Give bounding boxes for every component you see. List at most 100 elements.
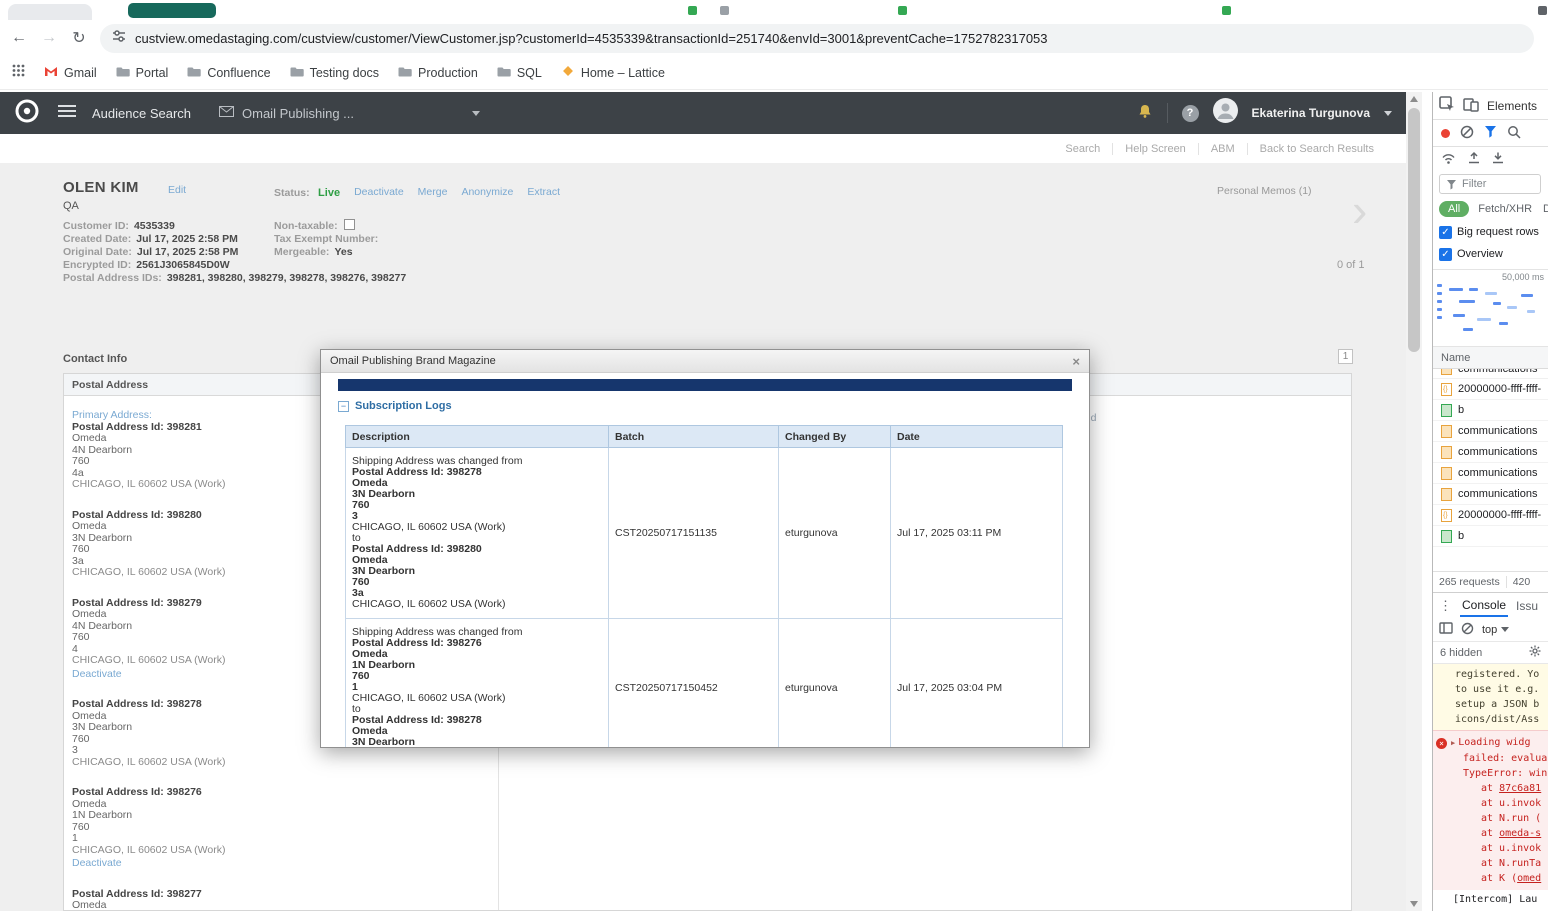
section-title[interactable]: Subscription Logs — [355, 400, 452, 412]
request-row[interactable]: communications — [1433, 484, 1548, 505]
personal-memos-link[interactable]: Personal Memos (1) — [1217, 185, 1312, 197]
bookmark-sql[interactable]: SQL — [497, 66, 542, 80]
url-text[interactable]: custview.omedastaging.com/custview/custo… — [135, 31, 1048, 46]
request-row[interactable]: 20000000-ffff-ffff- — [1433, 379, 1548, 400]
error-link[interactable]: omed — [1517, 873, 1541, 884]
subnav-help-screen[interactable]: Help Screen — [1113, 143, 1199, 155]
request-row-partial[interactable]: communications — [1433, 369, 1548, 379]
console-error-message[interactable]: Loading widg failed: evalua TypeError: w… — [1433, 730, 1548, 890]
tab-group-chip[interactable] — [128, 3, 216, 18]
tab-favicon[interactable] — [1538, 6, 1547, 15]
search-icon[interactable] — [1507, 125, 1521, 142]
export-har-icon[interactable] — [1492, 151, 1504, 167]
bookmark-lattice[interactable]: Home – Lattice — [561, 64, 665, 81]
brand-selector[interactable]: Omail Publishing ... — [219, 104, 480, 122]
checkbox-checked-icon[interactable] — [1439, 248, 1452, 261]
chevron-down-icon[interactable] — [1384, 111, 1392, 116]
error-link[interactable]: 87c6a81 — [1499, 783, 1541, 794]
clear-icon[interactable] — [1460, 125, 1474, 142]
console-warning-message[interactable]: registered. Yo to use it e.g. setup a JS… — [1433, 664, 1548, 730]
tab-issues[interactable]: Issu — [1516, 599, 1538, 613]
col-description[interactable]: Description — [346, 426, 609, 448]
bookmark-portal[interactable]: Portal — [116, 66, 169, 80]
menu-icon[interactable] — [58, 104, 76, 123]
memo-next-chevron-icon[interactable] — [1352, 187, 1367, 233]
request-row[interactable]: communications — [1433, 442, 1548, 463]
expand-triangle-icon[interactable] — [1451, 739, 1455, 747]
throttling-icon[interactable] — [1441, 152, 1456, 167]
bookmark-testing-docs[interactable]: Testing docs — [290, 66, 379, 80]
deactivate-link[interactable]: Deactivate — [354, 186, 404, 198]
table-row[interactable]: Shipping Address was changed from Postal… — [346, 619, 1063, 749]
avatar[interactable] — [1213, 98, 1238, 128]
tab-favicon[interactable] — [720, 6, 729, 15]
console-sidebar-icon[interactable] — [1439, 622, 1453, 637]
filter-all[interactable]: All — [1439, 201, 1469, 217]
overview-option[interactable]: Overview — [1433, 243, 1548, 265]
name-column-header[interactable]: Name — [1433, 347, 1548, 369]
bookmark-confluence[interactable]: Confluence — [187, 66, 270, 80]
big-request-rows-option[interactable]: Big request rows — [1433, 221, 1548, 243]
more-options-icon[interactable] — [1439, 598, 1452, 614]
col-batch[interactable]: Batch — [609, 426, 779, 448]
inspect-icon[interactable] — [1439, 96, 1455, 115]
bell-icon[interactable] — [1137, 103, 1153, 124]
subnav-back-to-results[interactable]: Back to Search Results — [1248, 143, 1386, 155]
filter-doc[interactable]: D — [1541, 201, 1548, 217]
col-date[interactable]: Date — [891, 426, 1063, 448]
console-log-message[interactable]: [Intercom] Lau — [1433, 890, 1548, 909]
scroll-up-icon[interactable] — [1406, 92, 1422, 106]
app-title[interactable]: Audience Search — [92, 106, 191, 121]
omeda-logo-icon[interactable] — [14, 98, 40, 129]
tab-elements[interactable]: Elements — [1487, 99, 1537, 113]
close-icon[interactable]: × — [1072, 354, 1080, 369]
apps-grid-icon[interactable] — [12, 64, 25, 82]
tab-favicon[interactable] — [1222, 6, 1231, 15]
tab-console[interactable]: Console — [1460, 594, 1508, 617]
address-deactivate-link[interactable]: Deactivate — [72, 858, 487, 870]
request-row[interactable]: 20000000-ffff-ffff- — [1433, 505, 1548, 526]
back-icon[interactable]: ← — [10, 29, 28, 47]
anonymize-link[interactable]: Anonymize — [461, 186, 513, 198]
help-icon[interactable] — [1182, 105, 1199, 122]
page-scrollbar[interactable] — [1406, 92, 1422, 911]
request-row[interactable]: b — [1433, 400, 1548, 421]
user-name[interactable]: Ekaterina Turgunova — [1252, 106, 1370, 120]
network-overview[interactable]: 50,000 ms — [1433, 269, 1548, 347]
non-taxable-checkbox[interactable] — [344, 219, 355, 230]
col-changed-by[interactable]: Changed By — [779, 426, 891, 448]
scroll-down-icon[interactable] — [1406, 897, 1422, 911]
site-settings-icon[interactable] — [112, 29, 126, 48]
tab-favicon[interactable] — [688, 6, 697, 15]
bookmark-gmail[interactable]: Gmail — [44, 65, 97, 80]
device-toolbar-icon[interactable] — [1463, 97, 1479, 115]
browser-tab[interactable] — [8, 4, 92, 20]
context-selector[interactable]: top — [1482, 624, 1509, 636]
address-bar[interactable]: custview.omedastaging.com/custview/custo… — [100, 24, 1534, 53]
subnav-search[interactable]: Search — [1053, 143, 1113, 155]
bookmark-production[interactable]: Production — [398, 66, 478, 80]
console-settings-gear-icon[interactable] — [1529, 645, 1541, 660]
collapse-icon[interactable]: − — [338, 401, 349, 412]
subnav-abm[interactable]: ABM — [1199, 143, 1248, 155]
tab-favicon[interactable] — [898, 6, 907, 15]
table-row[interactable]: Shipping Address was changed from Postal… — [346, 448, 1063, 619]
filter-funnel-icon[interactable] — [1484, 125, 1497, 141]
extract-link[interactable]: Extract — [527, 186, 560, 198]
clear-console-icon[interactable] — [1461, 622, 1474, 638]
modal-title-bar[interactable]: Omail Publishing Brand Magazine × — [321, 350, 1089, 373]
error-link[interactable]: omeda-s — [1499, 828, 1541, 839]
forward-icon[interactable]: → — [40, 29, 58, 47]
merge-link[interactable]: Merge — [418, 186, 448, 198]
scrollbar-thumb[interactable] — [1408, 108, 1420, 352]
request-row[interactable]: communications — [1433, 463, 1548, 484]
import-har-icon[interactable] — [1468, 151, 1480, 167]
edit-link[interactable]: Edit — [168, 184, 186, 196]
checkbox-checked-icon[interactable] — [1439, 226, 1452, 239]
request-row[interactable]: b — [1433, 526, 1548, 547]
request-row[interactable]: communications — [1433, 421, 1548, 442]
record-icon[interactable] — [1441, 129, 1450, 138]
reload-icon[interactable]: ↻ — [70, 28, 88, 48]
contact-page-badge[interactable]: 1 — [1338, 349, 1353, 364]
filter-fetch-xhr[interactable]: Fetch/XHR — [1476, 201, 1534, 217]
